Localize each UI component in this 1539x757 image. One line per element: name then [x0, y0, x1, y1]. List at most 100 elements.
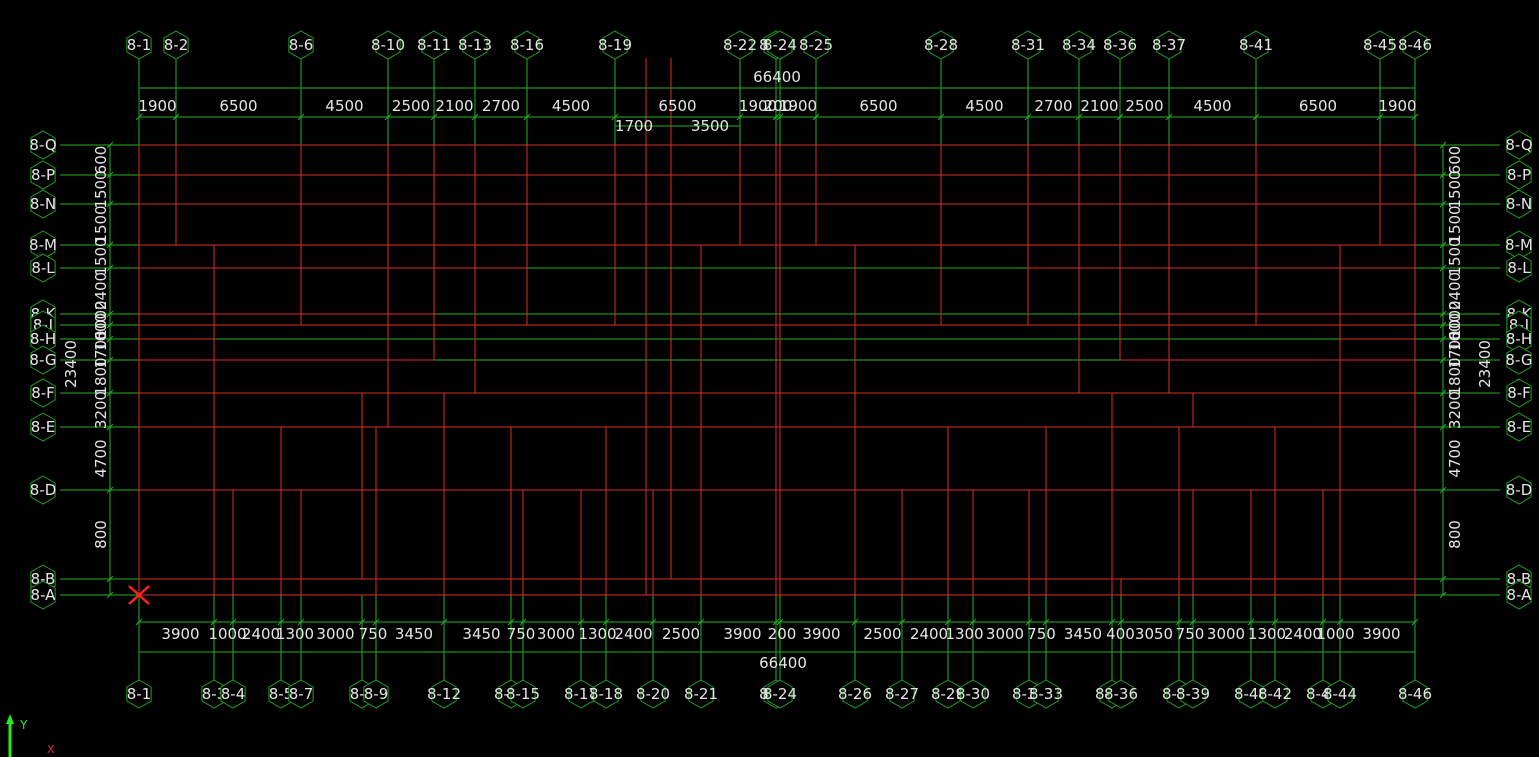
dim-top-span: 4500	[1193, 97, 1231, 115]
dim-bottom-span: 3000	[537, 625, 575, 643]
dim-left-span: 3200	[92, 391, 110, 429]
dim-top-span: 6500	[859, 97, 897, 115]
dim-top-sub-span: 3500	[691, 117, 729, 135]
grid-bubble-label: 8-H	[30, 330, 56, 348]
dim-bottom-span: 2400	[910, 625, 948, 643]
dim-bottom-span: 3050	[1135, 625, 1173, 643]
grid-bubble-label: 8-39	[1176, 685, 1210, 703]
grid-bubble-label: 8-F	[1507, 384, 1531, 402]
dim-bottom-span: 1300	[945, 625, 983, 643]
grid-bubble-label: 8-46	[1398, 685, 1432, 703]
dim-right-span: 1500	[1446, 170, 1464, 208]
dim-top-span: 4500	[325, 97, 363, 115]
grid-bubble-label: 8-13	[458, 36, 492, 54]
dim-top-span: 6500	[1299, 97, 1337, 115]
dim-left-span: 1500	[92, 170, 110, 208]
grid-bubble-label: 8-21	[684, 685, 718, 703]
dim-bottom-span: 1000	[1316, 625, 1354, 643]
grid-bubble-label: 8-15	[506, 685, 540, 703]
grid-bubble-label: 8-25	[799, 36, 833, 54]
dim-bottom-span: 3000	[986, 625, 1024, 643]
grid-bubble-label: 8-12	[427, 685, 461, 703]
dim-top-span: 1900	[1378, 97, 1416, 115]
grid-bubble-label: 8-24	[763, 685, 797, 703]
grid-bubble-label: 8-36	[1104, 685, 1138, 703]
dim-top-span: 6500	[219, 97, 257, 115]
grid-bubble-label: 8-10	[371, 36, 405, 54]
dim-top-overall: 66400	[753, 68, 801, 86]
dim-right-overall: 23400	[1476, 340, 1494, 388]
grid-bubble-label: 8-P	[1507, 166, 1531, 184]
dim-bottom-span: 750	[1176, 625, 1205, 643]
grid-bubble-label: 8-Q	[29, 136, 56, 154]
dim-bottom-span: 400	[1106, 625, 1135, 643]
grid-bubble-label: 8-28	[924, 36, 958, 54]
grid-bubble-label: 8-9	[364, 685, 389, 703]
dim-top-span: 1900	[779, 97, 817, 115]
dim-left-span: 800	[92, 520, 110, 549]
grid-bubble-label: 8-19	[598, 36, 632, 54]
grid-bubble-label: 8-1	[127, 685, 152, 703]
dim-top-span: 2100	[435, 97, 473, 115]
grid-bubble-label: 8-46	[1398, 36, 1432, 54]
dim-top-span: 2500	[1125, 97, 1163, 115]
grid-bubble-label: 8-20	[636, 685, 670, 703]
dim-top-span: 6500	[658, 97, 696, 115]
dim-bottom-span: 3900	[723, 625, 761, 643]
grid-bubble-label: 8-A	[1507, 586, 1533, 604]
grid-bubble-label: 8-F	[31, 384, 55, 402]
grid-bubble-label: 8-D	[1506, 481, 1533, 499]
grid-bubble-label: 8-E	[31, 418, 55, 436]
dim-bottom-span: 3000	[316, 625, 354, 643]
y-axis-label: Y	[19, 718, 28, 732]
dim-bottom-span: 3450	[1064, 625, 1102, 643]
dim-bottom-span: 2400	[614, 625, 652, 643]
grid-bubble-label: 8-N	[1506, 195, 1532, 213]
grid-bubble-label: 8-1	[127, 36, 152, 54]
grid-bubble-label: 8-2	[164, 36, 189, 54]
dim-bottom-span: 2500	[863, 625, 901, 643]
grid-bubble-label: 8-M	[29, 236, 57, 254]
dim-right-span: 800	[1446, 520, 1464, 549]
grid-bubble-label: 8-11	[417, 36, 451, 54]
grid-bubble-label: 8-36	[1103, 36, 1137, 54]
dim-top-span: 4500	[965, 97, 1003, 115]
grid-bubble-label: 8-34	[1062, 36, 1096, 54]
grid-bubble-label: 8-7	[289, 685, 314, 703]
dim-left-span: 600	[92, 146, 110, 175]
dim-top-span: 2500	[392, 97, 430, 115]
dim-right-span: 4700	[1446, 439, 1464, 477]
dim-bottom-span: 750	[1027, 625, 1056, 643]
dim-top-span: 2700	[1034, 97, 1072, 115]
grid-bubble-label: 8-N	[30, 195, 56, 213]
grid-bubble-label: 8-30	[956, 685, 990, 703]
grid-bubble-label: 8-G	[1505, 351, 1532, 369]
grid-bubble-label: 8-42	[1258, 685, 1292, 703]
dim-right-span: 1500	[1446, 237, 1464, 275]
grid-bubble-label: 8-26	[838, 685, 872, 703]
cad-drawing-canvas[interactable]: 8-18-28-68-108-118-138-168-198-228-238-2…	[0, 0, 1539, 757]
dim-bottom-span: 3000	[1207, 625, 1245, 643]
grid-bubble-label: 8-G	[29, 351, 56, 369]
dim-top-span: 4500	[552, 97, 590, 115]
grid-bubble-label: 8-44	[1323, 685, 1357, 703]
dim-bottom-span: 750	[507, 625, 536, 643]
x-axis-label: X	[47, 743, 55, 756]
grid-bubble-label: 8-L	[1507, 259, 1531, 277]
dim-right-span: 600	[1446, 146, 1464, 175]
dim-bottom-span: 2400	[242, 625, 280, 643]
grid-bubble-label: 8-L	[31, 259, 55, 277]
dim-left-span: 1800	[92, 357, 110, 395]
dim-bottom-span: 200	[768, 625, 797, 643]
dim-top-span: 2100	[1080, 97, 1118, 115]
dim-bottom-span: 1300	[578, 625, 616, 643]
dim-bottom-span: 1000	[208, 625, 246, 643]
dim-bottom-span: 3900	[802, 625, 840, 643]
grid-bubble-label: 8-6	[289, 36, 314, 54]
dim-right-span: 3200	[1446, 391, 1464, 429]
dim-bottom-span: 1300	[276, 625, 314, 643]
dim-bottom-span: 3900	[161, 625, 199, 643]
dim-bottom-span: 3900	[1362, 625, 1400, 643]
grid-bubble-label: 8-D	[30, 481, 57, 499]
grid-bubble-label: 8-27	[885, 685, 919, 703]
